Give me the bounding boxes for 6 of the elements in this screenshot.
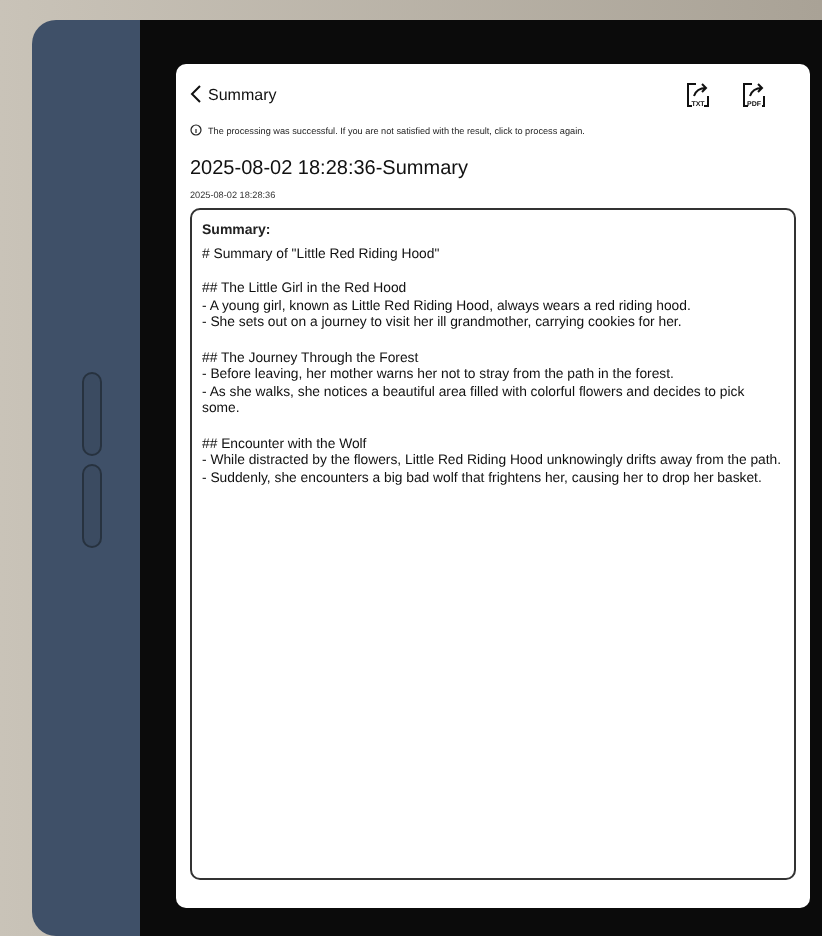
summary-title: 2025-08-02 18:28:36-Summary: [190, 158, 470, 180]
side-button[interactable]: [82, 372, 102, 456]
side-button[interactable]: [82, 464, 102, 548]
chevron-left-icon: [190, 84, 202, 104]
back-button[interactable]: Summary: [190, 84, 277, 104]
info-icon: [190, 124, 202, 136]
